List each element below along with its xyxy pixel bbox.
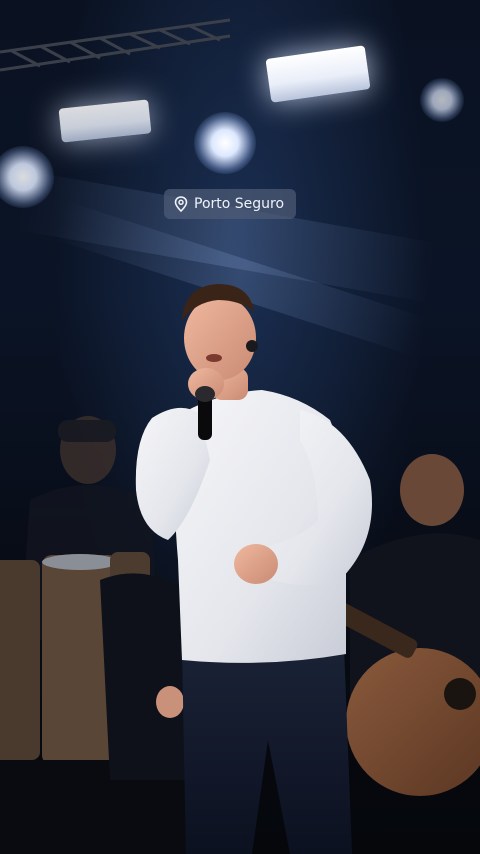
map-pin-icon bbox=[174, 196, 188, 212]
location-label: Porto Seguro bbox=[194, 196, 285, 212]
location-badge[interactable]: Porto Seguro bbox=[164, 189, 297, 219]
photo-viewer: Porto Seguro bbox=[0, 0, 480, 854]
concert-scene bbox=[0, 284, 480, 854]
